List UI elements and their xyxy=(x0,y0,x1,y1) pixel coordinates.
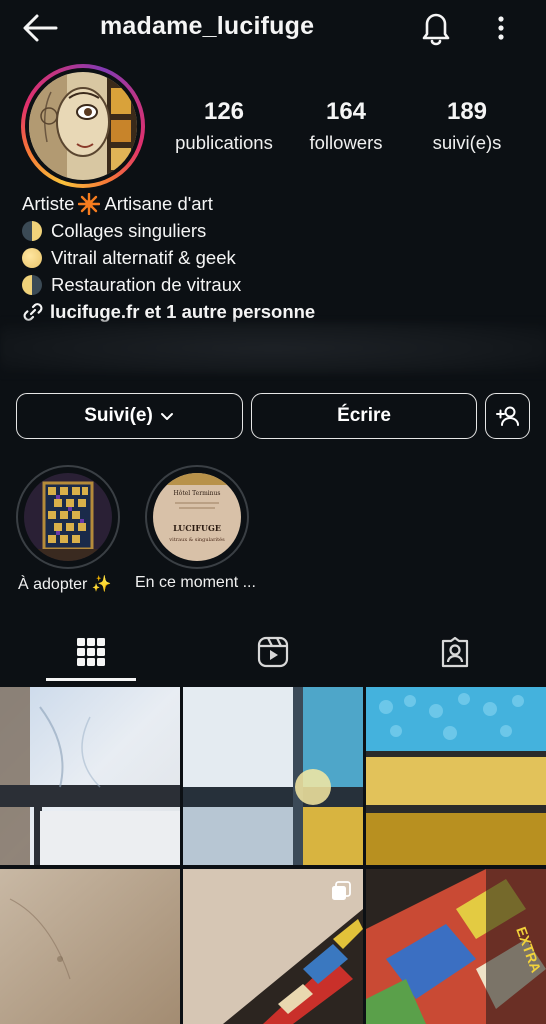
message-label: Écrire xyxy=(337,405,391,426)
highlight-now[interactable]: Hôtel Terminus LUCIFUGE vitraux & singul… xyxy=(135,465,256,591)
add-person-icon xyxy=(495,406,519,426)
bio-collages-text: Collages singuliers xyxy=(51,220,207,241)
back-arrow-icon[interactable] xyxy=(20,10,60,46)
bio-link-text: lucifuge.fr et 1 autre personne xyxy=(50,301,316,322)
profile-username: madame_lucifuge xyxy=(100,12,315,40)
top-bar: madame_lucifuge xyxy=(0,0,546,56)
following-button[interactable]: Suivi(e) xyxy=(16,393,243,439)
moon-last-quarter-icon xyxy=(22,274,42,295)
stat-followers-label: followers xyxy=(309,132,383,153)
highlight-adopt-image xyxy=(24,473,112,561)
more-vertical-icon[interactable] xyxy=(486,10,516,46)
moon-full-icon xyxy=(22,247,42,268)
highlight-now-image: Hôtel Terminus LUCIFUGE vitraux & singul… xyxy=(153,473,241,561)
stat-following[interactable]: 189 suivi(e)s xyxy=(424,98,510,154)
bio-artisan-text: Artisane d'art xyxy=(104,193,213,214)
highlight-now-label: En ce moment ... xyxy=(135,574,256,591)
avatar-image xyxy=(29,72,137,180)
highlight-now-art-line3: vitraux & singularités xyxy=(168,536,225,543)
bio-line-4: Restauration de vitraux xyxy=(22,271,315,298)
stat-followers-value: 164 xyxy=(325,98,367,125)
bio-artist-text: Artiste xyxy=(22,193,75,214)
active-tab-indicator xyxy=(46,678,136,681)
highlight-now-art-line2: LUCIFUGE xyxy=(173,523,221,533)
message-button[interactable]: Écrire xyxy=(251,393,477,439)
post-thumbnail[interactable] xyxy=(366,687,546,865)
grid-icon xyxy=(77,638,105,666)
post-thumbnail[interactable] xyxy=(0,687,180,865)
post-thumbnail[interactable] xyxy=(183,869,363,1024)
chevron-down-icon xyxy=(160,413,173,420)
reels-icon xyxy=(257,636,289,668)
tagged-icon xyxy=(441,636,469,668)
tab-reels[interactable] xyxy=(182,622,364,682)
tab-tagged[interactable] xyxy=(364,622,546,682)
profile-tabs xyxy=(0,622,546,682)
highlight-now-art-line1: Hôtel Terminus xyxy=(173,490,220,497)
following-label: Suivi(e) xyxy=(84,405,153,426)
bell-icon[interactable] xyxy=(416,8,456,46)
stat-followers[interactable]: 164 followers xyxy=(300,98,392,154)
post-thumbnail[interactable] xyxy=(183,687,363,865)
add-person-button[interactable] xyxy=(485,393,530,439)
link-icon xyxy=(23,302,43,321)
post-thumbnail[interactable]: EXTRA xyxy=(366,869,546,1024)
stat-publications-value: 126 xyxy=(203,98,245,125)
carousel-icon xyxy=(332,881,351,900)
moon-quarter-icon xyxy=(22,220,42,241)
bio-line-3: Vitrail alternatif & geek xyxy=(22,244,315,271)
stat-publications[interactable]: 126 publications xyxy=(170,98,278,154)
stat-following-value: 189 xyxy=(446,98,488,125)
sparkle-icon xyxy=(78,192,101,215)
bio-restoration-text: Restauration de vitraux xyxy=(51,274,242,295)
bio-link[interactable]: lucifuge.fr et 1 autre personne xyxy=(22,298,315,325)
bio-line-2: Collages singuliers xyxy=(22,217,315,244)
profile-avatar[interactable] xyxy=(21,64,145,188)
stat-publications-label: publications xyxy=(175,132,273,153)
blurred-region xyxy=(0,322,546,374)
tab-posts-grid[interactable] xyxy=(0,622,182,682)
highlight-adopt[interactable]: À adopter ✨ xyxy=(16,465,120,593)
posts-grid: EXTRA xyxy=(0,687,546,1024)
post-thumbnail[interactable] xyxy=(0,869,180,1024)
stat-following-label: suivi(e)s xyxy=(432,132,502,153)
highlight-adopt-label: À adopter ✨ xyxy=(18,576,112,593)
profile-bio: Artiste Artisane d'art Collages singulie… xyxy=(22,190,315,325)
bio-line-1: Artiste Artisane d'art xyxy=(22,190,315,217)
bio-stained-glass-text: Vitrail alternatif & geek xyxy=(51,247,236,268)
